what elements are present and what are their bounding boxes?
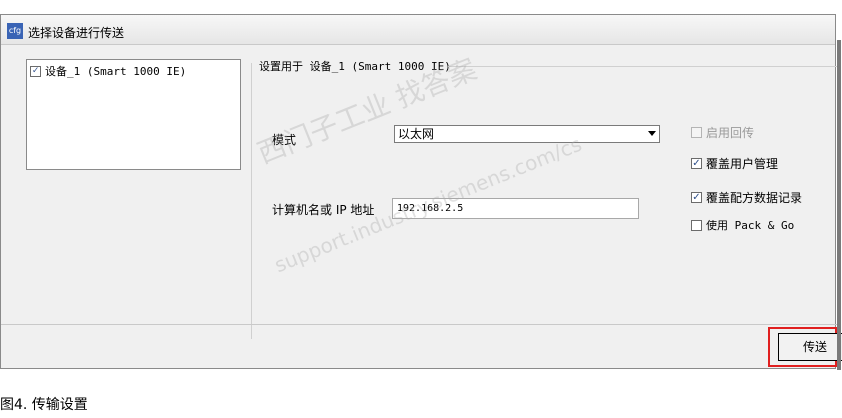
address-label: 计算机名或 IP 地址 <box>272 203 375 217</box>
panel-divider <box>251 63 252 339</box>
option-label: 使用 Pack & Go <box>706 219 795 232</box>
mode-select-value: 以太网 <box>398 127 435 141</box>
transfer-dialog: cfg 选择设备进行传送 ✓ 设备_1 (Smart 1000 IE) 设置用于… <box>0 14 842 369</box>
device-checkbox[interactable]: ✓ <box>30 65 41 77</box>
send-button[interactable]: 传送 <box>778 333 842 361</box>
footer-divider <box>1 324 837 325</box>
window-title: 选择设备进行传送 <box>28 26 125 40</box>
mode-select[interactable]: 以太网 <box>394 125 660 143</box>
option-checkbox[interactable] <box>691 127 702 138</box>
app-icon: cfg <box>7 23 23 39</box>
header-rule <box>448 66 837 67</box>
chevron-down-icon[interactable] <box>648 131 656 136</box>
option-checkbox[interactable] <box>691 219 702 231</box>
address-input[interactable]: 192.168.2.5 <box>392 198 639 219</box>
option-checkbox[interactable]: ✓ <box>691 158 702 169</box>
figure-caption: 图4. 传输设置 <box>0 397 88 413</box>
send-button-highlight: 传送 <box>768 327 842 367</box>
option-label: 覆盖配方数据记录 <box>706 191 803 205</box>
option-pack-and-go[interactable]: 使用 Pack & Go <box>691 217 794 233</box>
option-enable-backtransfer[interactable]: 启用回传 <box>691 124 754 141</box>
device-list[interactable]: ✓ 设备_1 (Smart 1000 IE) <box>26 59 241 170</box>
option-overwrite-recipe-data[interactable]: ✓ 覆盖配方数据记录 <box>691 189 802 206</box>
option-label: 启用回传 <box>706 126 755 140</box>
device-label: 设备_1 (Smart 1000 IE) <box>45 65 187 78</box>
option-label: 覆盖用户管理 <box>706 157 779 171</box>
option-checkbox[interactable]: ✓ <box>691 192 702 203</box>
window-edge <box>837 40 841 370</box>
title-bar: cfg 选择设备进行传送 <box>1 15 835 45</box>
option-overwrite-user-admin[interactable]: ✓ 覆盖用户管理 <box>691 155 778 172</box>
settings-header: 设置用于 设备_1 (Smart 1000 IE) <box>259 60 451 73</box>
device-list-item[interactable]: ✓ 设备_1 (Smart 1000 IE) <box>30 63 186 79</box>
mode-label: 模式 <box>272 133 297 147</box>
